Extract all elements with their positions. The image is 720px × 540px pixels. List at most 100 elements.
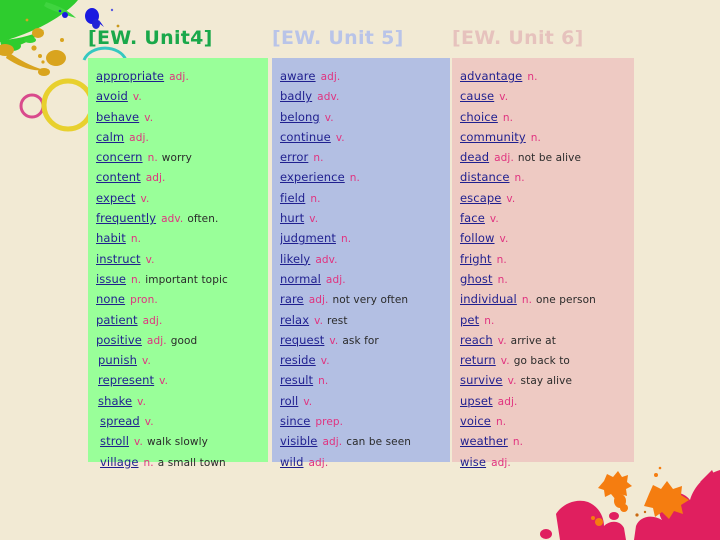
vocab-entry: rare adj. not very often: [280, 289, 446, 309]
vocab-part-of-speech: n.: [497, 273, 508, 286]
vocab-entry: reside v.: [280, 350, 446, 370]
vocab-word: concern: [96, 150, 143, 165]
vocab-part-of-speech: v.: [144, 111, 154, 124]
vocab-word: punish: [98, 353, 137, 368]
vocab-entry: aware adj.: [280, 66, 446, 86]
vocab-entry: since prep.: [280, 411, 446, 431]
vocab-part-of-speech: adj.: [325, 273, 346, 286]
vocab-definition: good: [170, 334, 198, 347]
vocab-part-of-speech: v.: [500, 355, 510, 368]
vocab-part-of-speech: v.: [324, 111, 334, 124]
vocab-part-of-speech: adj.: [494, 152, 514, 165]
vocab-entry: none pron.: [96, 289, 264, 309]
vocab-part-of-speech: v.: [335, 131, 345, 144]
unit-header-5: [EW. Unit 5]: [272, 27, 404, 49]
vocab-word: aware: [280, 69, 316, 83]
vocab-entry: advantage n.: [460, 66, 630, 86]
unit-headers: [EW. Unit4] [EW. Unit 5] [EW. Unit 6]: [0, 27, 720, 61]
vocab-word: ghost: [460, 271, 493, 286]
vocab-entry: request v. ask for: [280, 330, 446, 350]
vocab-word: experience: [280, 170, 345, 185]
vocab-word: rare: [280, 292, 304, 307]
vocab-word: voice: [460, 414, 491, 429]
vocab-entry: wild adj.: [280, 452, 446, 472]
vocab-part-of-speech: v.: [141, 355, 151, 368]
vocab-definition: worry: [161, 152, 192, 165]
yellow-ring-icon: [41, 78, 95, 132]
vocab-word: expect: [96, 190, 136, 205]
vocab-entry: likely adv.: [280, 249, 446, 269]
vocab-word: face: [460, 211, 485, 226]
vocab-entry: judgment n.: [280, 228, 446, 248]
vocab-entry: frequently adv. often.: [96, 208, 264, 228]
vocab-word: relax: [280, 312, 310, 327]
vocab-entry: upset adj.: [460, 391, 630, 411]
vocab-word: dead: [460, 150, 490, 165]
vocab-part-of-speech: n.: [521, 294, 533, 307]
vocab-part-of-speech: adj.: [146, 334, 167, 347]
vocab-entry: roll v.: [280, 391, 446, 411]
vocab-definition: a small town: [157, 456, 226, 469]
blue-ink-splat-icon: [58, 8, 114, 29]
vocab-entry: issue n. important topic: [96, 269, 264, 289]
vocab-panel-unit5: aware adj. badly adv. belong v. continue v. erro…: [272, 58, 450, 469]
vocab-part-of-speech: v.: [506, 192, 516, 205]
vocab-entry: individual n. one person: [460, 289, 630, 309]
vocab-entry: community n.: [460, 127, 630, 147]
vocab-word: cause: [460, 89, 495, 104]
vocab-word: distance: [460, 170, 510, 185]
vocab-entry: wise adj.: [460, 452, 630, 472]
vocab-word: judgment: [280, 231, 336, 246]
vocab-part-of-speech: adj.: [320, 71, 341, 83]
vocab-entry: face v.: [460, 208, 630, 228]
vocab-part-of-speech: adj.: [497, 395, 518, 408]
vocab-part-of-speech: v.: [497, 334, 507, 347]
vocab-word: hurt: [280, 211, 305, 226]
vocab-part-of-speech: adj.: [142, 314, 163, 327]
vocab-entry: experience n.: [280, 167, 446, 187]
vocab-word: individual: [460, 292, 517, 307]
vocab-part-of-speech: pron.: [130, 294, 158, 307]
vocab-part-of-speech: n.: [484, 314, 495, 327]
vocab-definition: often.: [187, 213, 219, 226]
vocab-word: result: [280, 373, 314, 388]
vocab-entry: escape v.: [460, 188, 630, 208]
vocab-part-of-speech: adj.: [129, 131, 149, 144]
vocab-entry: fright n.: [460, 249, 630, 269]
vocab-word: positive: [96, 332, 142, 347]
vocab-part-of-speech: n.: [502, 111, 514, 124]
vocab-entry: relax v. rest: [280, 310, 446, 330]
vocab-part-of-speech: adj.: [322, 436, 343, 449]
vocab-part-of-speech: n.: [349, 172, 360, 185]
vocab-definition: arrive at: [510, 334, 556, 347]
vocab-definition: walk slowly: [146, 436, 208, 449]
vocab-entry: pet n.: [460, 310, 630, 330]
vocab-word: belong: [280, 109, 320, 124]
vocab-entry: village n. a small town: [96, 452, 264, 472]
vocab-part-of-speech: v.: [499, 91, 509, 104]
vocab-word: behave: [96, 109, 140, 124]
vocab-word: shake: [98, 393, 133, 408]
vocab-entry: field n.: [280, 188, 446, 208]
vocab-part-of-speech: n.: [147, 152, 158, 165]
vocab-word: calm: [96, 129, 125, 144]
vocab-definition: not be alive: [517, 152, 582, 165]
vocab-entry: choice n.: [460, 107, 630, 127]
vocab-part-of-speech: adj.: [145, 172, 166, 185]
vocab-word: upset: [460, 393, 493, 408]
vocab-entry: error n.: [280, 147, 446, 167]
vocab-entry: dead adj. not be alive: [460, 147, 630, 167]
vocab-word: reach: [460, 332, 493, 347]
vocab-word: error: [280, 150, 309, 165]
vocab-part-of-speech: v.: [489, 213, 499, 226]
vocab-part-of-speech: n.: [496, 253, 507, 266]
vocab-part-of-speech: v.: [303, 395, 313, 408]
vocab-word: avoid: [96, 89, 128, 104]
vocab-entry: content adj.: [96, 167, 264, 187]
vocab-entry: survive v. stay alive: [460, 370, 630, 390]
vocab-entry: shake v.: [96, 391, 264, 411]
vocab-word: fright: [460, 251, 492, 266]
vocab-word: likely: [280, 251, 311, 266]
vocab-part-of-speech: v.: [309, 213, 319, 226]
vocab-entry: behave v.: [96, 107, 264, 127]
